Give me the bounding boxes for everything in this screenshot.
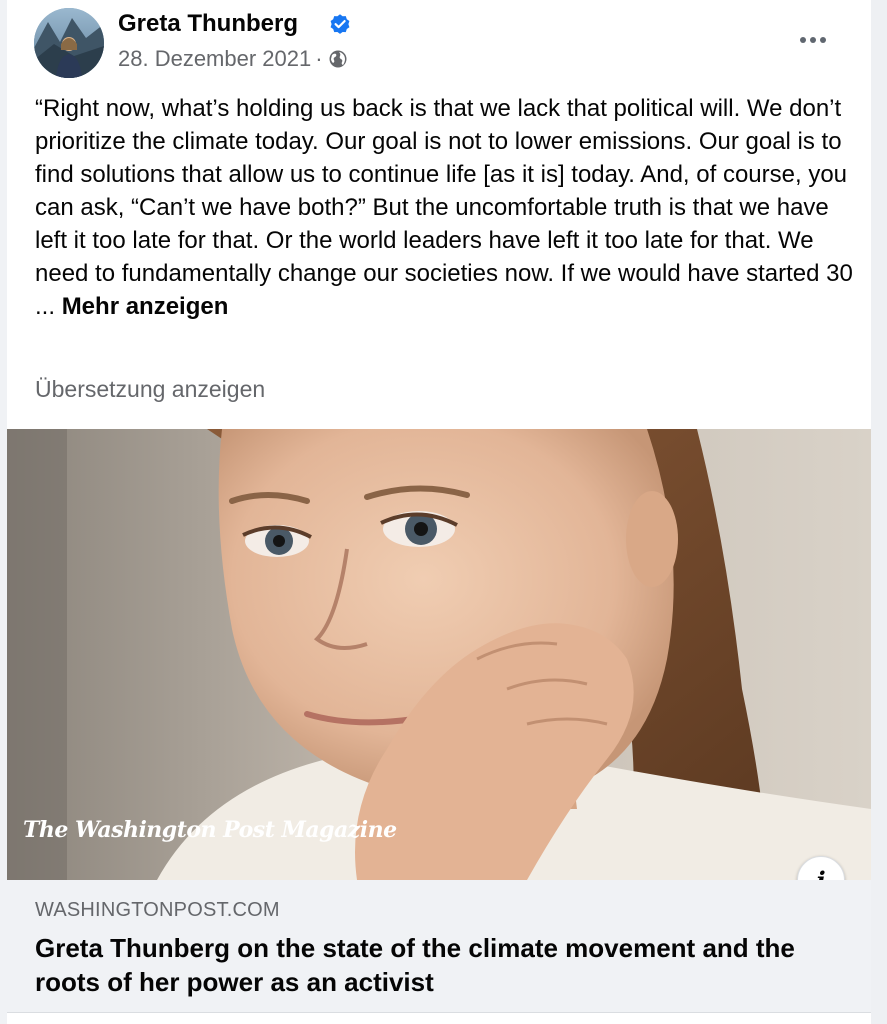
source-logo: The Washington Post Magazine	[23, 817, 397, 843]
post-meta: 28. Dezember 2021 ·	[118, 46, 348, 72]
more-options-icon[interactable]	[793, 28, 833, 52]
globe-icon	[329, 50, 347, 68]
meta-separator: ·	[315, 46, 323, 71]
link-preview-image[interactable]: The Washington Post Magazine	[7, 429, 871, 880]
author-avatar[interactable]	[34, 8, 104, 78]
link-title[interactable]: Greta Thunberg on the state of the clima…	[35, 931, 835, 999]
link-info[interactable]: WASHINGTONPOST.COM Greta Thunberg on the…	[7, 880, 871, 1014]
bottom-divider	[7, 1012, 871, 1024]
post-text: “Right now, what’s holding us back is th…	[35, 92, 855, 323]
see-translation-link[interactable]: Übersetzung anzeigen	[35, 376, 265, 403]
see-more-link[interactable]: Mehr anzeigen	[62, 293, 229, 320]
post-body: “Right now, what’s holding us back is th…	[35, 95, 853, 320]
post-date[interactable]: 28. Dezember 2021	[118, 46, 311, 72]
page-edge	[871, 0, 887, 1024]
post-card: Greta Thunberg 28. Dezember 2021 · “Righ…	[7, 0, 871, 1024]
author-name[interactable]: Greta Thunberg	[118, 10, 298, 38]
verified-badge-icon	[330, 14, 350, 34]
link-domain: WASHINGTONPOST.COM	[35, 899, 280, 921]
